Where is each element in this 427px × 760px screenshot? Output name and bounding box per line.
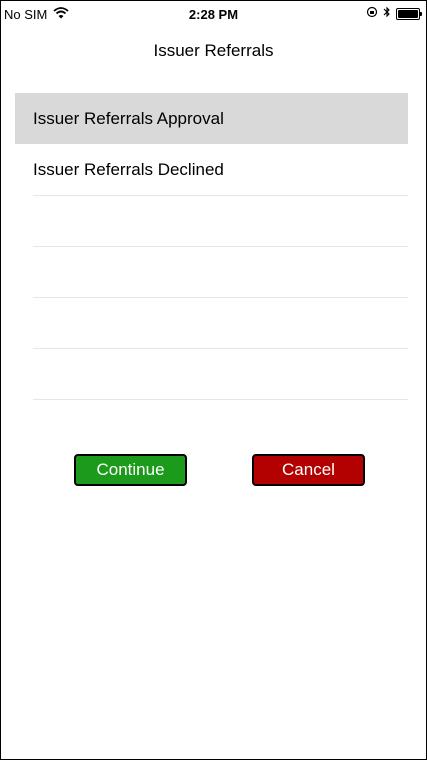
bluetooth-icon <box>383 6 391 21</box>
list-item-label: Issuer Referrals Approval <box>33 108 224 128</box>
status-bar: No SIM 2:28 PM <box>1 1 426 29</box>
app-screen: No SIM 2:28 PM Issuer Referrals Issuer R… <box>0 0 427 760</box>
empty-list-row <box>15 247 408 297</box>
page-title: Issuer Referrals <box>153 41 274 60</box>
empty-list-row <box>15 349 408 399</box>
empty-list-row <box>15 196 408 246</box>
continue-button[interactable]: Continue <box>74 454 187 486</box>
list-item-approval[interactable]: Issuer Referrals Approval <box>15 93 408 144</box>
row-divider <box>33 399 408 400</box>
list-item-declined[interactable]: Issuer Referrals Declined <box>15 144 408 195</box>
cancel-button[interactable]: Cancel <box>252 454 365 486</box>
status-time: 2:28 PM <box>188 7 239 22</box>
battery-icon <box>396 7 422 20</box>
list-item-label: Issuer Referrals Declined <box>33 159 224 179</box>
rotation-lock-icon <box>366 6 378 21</box>
status-right <box>366 6 422 21</box>
empty-list-row <box>15 298 408 348</box>
referral-list: Issuer Referrals Approval Issuer Referra… <box>15 93 408 400</box>
